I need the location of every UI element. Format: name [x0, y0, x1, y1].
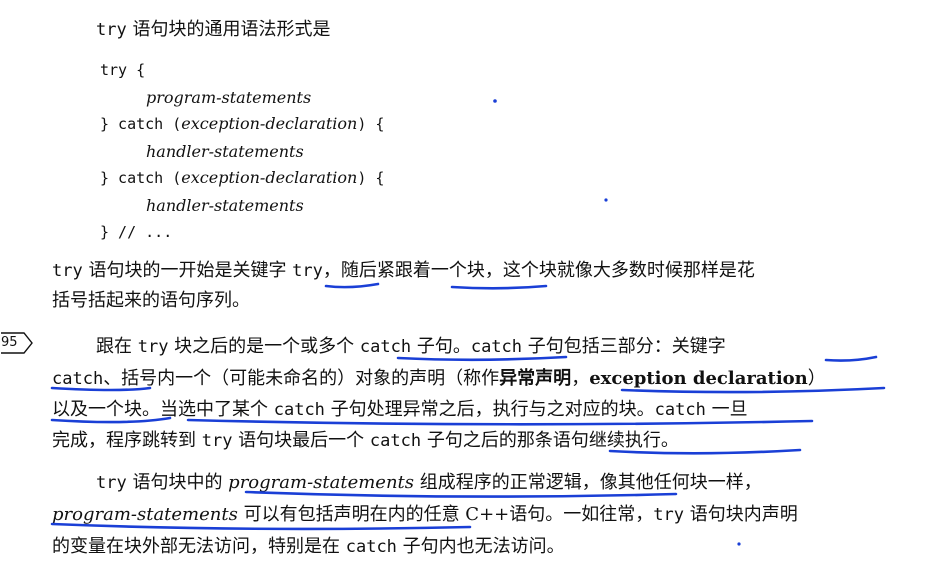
paragraph-2-line-2: catch、括号内一个（可能未命名的）对象的声明（称作异常声明，exceptio… — [52, 368, 826, 389]
paragraph-3-line-2: program-statements 可以有包括声明在内的任意 C++语句。一如… — [52, 504, 798, 525]
code-line-1: try { — [100, 61, 146, 79]
paragraph-3-line-1: try 语句块中的 program-statements 组成程序的正常逻辑，像… — [96, 472, 762, 493]
paragraph-3-line-3: 的变量在块外部无法访问，特别是在 catch 子句内也无法访问。 — [52, 536, 565, 557]
annotation-dot — [604, 198, 608, 202]
code-line-6: handler-statements — [146, 196, 304, 215]
intro-text: 语句块的通用语法形式是 — [126, 19, 331, 40]
underline-jin-gen — [450, 284, 548, 290]
code-line-7: } // ... — [100, 223, 173, 241]
code-line-4: handler-statements — [146, 142, 304, 161]
paragraph-2-line-3: 以及一个块。当选中了某个 catch 子句处理异常之后，执行与之对应的块。cat… — [52, 399, 748, 420]
paragraph-2-line-4: 完成，程序跳转到 try 语句块最后一个 catch 子句之后的那条语句继续执行… — [52, 430, 679, 451]
paragraph-1-line-2: 括号括起来的语句序列。 — [52, 290, 250, 311]
code-line-2: program-statements — [146, 88, 312, 107]
annotation-dot — [493, 99, 497, 103]
margin-page-tag: 95 — [0, 331, 34, 355]
underline-try-keyword — [324, 282, 380, 289]
code-line-5: } catch (exception-declaration) { — [100, 168, 385, 187]
keyword-try: try — [96, 20, 127, 40]
intro-line: try 语句块的通用语法形式是 — [96, 18, 330, 42]
annotation-dot — [737, 542, 741, 546]
paragraph-1-line-1: try 语句块的一开始是关键字 try，随后紧跟着一个块，这个块就像大多数时候那… — [52, 260, 755, 281]
code-line-3: } catch (exception-declaration) { — [100, 114, 385, 133]
paragraph-2-line-1: 跟在 try 块之后的是一个或多个 catch 子句。catch 子句包括三部分… — [96, 336, 726, 357]
margin-page-number: 95 — [1, 335, 18, 350]
underline-guanjianzi — [824, 355, 878, 362]
